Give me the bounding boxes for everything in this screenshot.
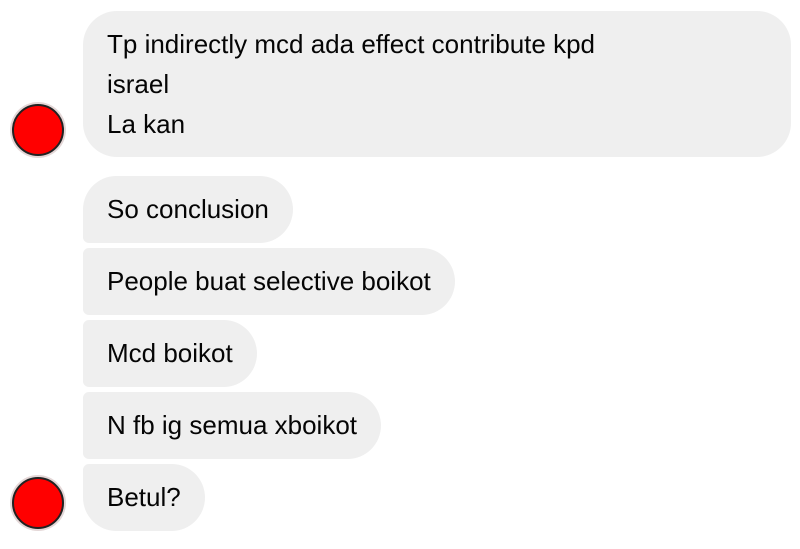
message-bubble[interactable]: People buat selective boikot xyxy=(83,248,455,315)
message-line: israel xyxy=(107,69,170,99)
message-bubble[interactable]: Tp indirectly mcd ada effect contribute … xyxy=(83,11,791,157)
message-text: N fb ig semua xboikot xyxy=(107,410,358,440)
message-bubble[interactable]: Betul? xyxy=(83,464,205,531)
message-bubble[interactable]: Mcd boikot xyxy=(83,320,257,387)
message-text: Mcd boikot xyxy=(107,338,233,368)
message-bubble[interactable]: N fb ig semua xboikot xyxy=(83,392,382,459)
message-bubble[interactable]: So conclusion xyxy=(83,176,293,243)
message-line: Tp indirectly mcd ada effect contribute … xyxy=(107,29,595,59)
sender-avatar[interactable] xyxy=(12,477,64,529)
message-line: La kan xyxy=(107,109,186,139)
message-text: People buat selective boikot xyxy=(107,266,431,296)
message-thread: Tp indirectly mcd ada effect contribute … xyxy=(0,0,800,549)
message-text: Betul? xyxy=(107,482,181,512)
sender-avatar[interactable] xyxy=(12,104,64,156)
message-text: So conclusion xyxy=(107,194,269,224)
